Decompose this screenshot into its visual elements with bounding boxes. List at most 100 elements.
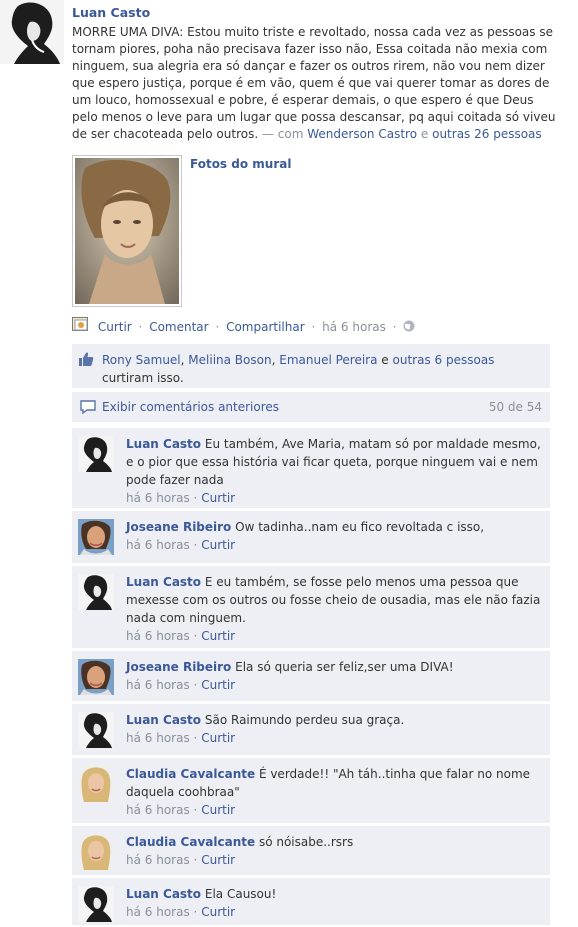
likers-others-link[interactable]: outras 6 pessoas xyxy=(393,353,495,367)
comment-text: Ela só queria ser feliz,ser uma DIVA! xyxy=(235,660,454,674)
comment-body: Joseane Ribeiro Ela só queria ser feliz,… xyxy=(126,658,544,694)
commenter-avatar[interactable] xyxy=(78,659,114,695)
post-timestamp[interactable]: há 6 horas xyxy=(322,320,386,334)
comment-item: Luan Casto Eu também, Ave Maria, matam s… xyxy=(72,428,550,508)
separator: · xyxy=(193,731,198,745)
commenter-name[interactable]: Claudia Cavalcante xyxy=(126,767,255,781)
separator: · xyxy=(193,853,198,867)
comment-timestamp[interactable]: há 6 horas xyxy=(126,731,190,745)
like-post-link[interactable]: Curtir xyxy=(98,320,132,334)
comment-bubble-icon xyxy=(80,400,96,417)
comment-item: Claudia Cavalcante É verdade!! "Ah táh..… xyxy=(72,758,550,823)
separator: · xyxy=(193,629,198,643)
like-comment-link[interactable]: Curtir xyxy=(201,731,235,745)
post-photo-block: Fotos do mural xyxy=(72,155,291,307)
comment-text: São Raimundo perdeu sua graça. xyxy=(204,713,405,727)
avatar-image xyxy=(0,0,64,64)
comment-meta: há 6 horas · Curtir xyxy=(126,627,544,645)
tagged-and: e xyxy=(420,127,429,141)
view-previous-comments-link[interactable]: Exibir comentários anteriores xyxy=(102,400,279,414)
tagged-others-link[interactable]: outras 26 pessoas xyxy=(432,127,542,141)
commenter-name[interactable]: Luan Casto xyxy=(126,437,201,451)
like-comment-link[interactable]: Curtir xyxy=(201,905,235,919)
globe-icon xyxy=(403,319,415,337)
commenter-name[interactable]: Luan Casto xyxy=(126,887,201,901)
commenter-name[interactable]: Luan Casto xyxy=(126,713,201,727)
likes-summary: Rony Samuel, Meliina Boson, Emanuel Pere… xyxy=(72,344,550,388)
post-author-name[interactable]: Luan Casto xyxy=(72,5,562,21)
separator: · xyxy=(215,320,220,334)
comment-timestamp[interactable]: há 6 horas xyxy=(126,538,190,552)
comment-timestamp[interactable]: há 6 horas xyxy=(126,629,190,643)
comment-timestamp[interactable]: há 6 horas xyxy=(126,905,190,919)
commenter-name[interactable]: Claudia Cavalcante xyxy=(126,835,255,849)
separator: · xyxy=(392,320,397,334)
commenter-avatar[interactable] xyxy=(78,766,114,802)
liker-link[interactable]: Meliina Boson xyxy=(188,353,271,367)
comment-item: Claudia Cavalcante só nóisabe..rsrs há 6 … xyxy=(72,826,550,875)
tagged-prefix: — com xyxy=(261,127,304,141)
separator: · xyxy=(193,905,198,919)
like-comment-link[interactable]: Curtir xyxy=(201,629,235,643)
commenter-avatar[interactable] xyxy=(78,574,114,610)
comment-meta: há 6 horas · Curtir xyxy=(126,489,544,507)
like-comment-link[interactable]: Curtir xyxy=(201,853,235,867)
comment-meta: há 6 horas · Curtir xyxy=(126,903,544,921)
commenter-name[interactable]: Luan Casto xyxy=(126,575,201,589)
comment-timestamp[interactable]: há 6 horas xyxy=(126,678,190,692)
comment-item: Luan Casto Ela Causou! há 6 horas · Curti… xyxy=(72,878,550,925)
separator: · xyxy=(311,320,316,334)
likes-and: e xyxy=(381,353,389,367)
comment-timestamp[interactable]: há 6 horas xyxy=(126,803,190,817)
photo-image xyxy=(75,158,179,304)
post-author-avatar[interactable] xyxy=(0,0,64,64)
like-comment-link[interactable]: Curtir xyxy=(201,803,235,817)
separator: · xyxy=(138,320,143,334)
post-message: MORRE UMA DIVA: Estou muito triste e rev… xyxy=(72,24,562,143)
comment-meta: há 6 horas · Curtir xyxy=(126,536,544,554)
liker-link[interactable]: Emanuel Pereira xyxy=(279,353,377,367)
comment-meta: há 6 horas · Curtir xyxy=(126,801,544,819)
wall-photos-link[interactable]: Fotos do mural xyxy=(190,157,291,171)
comment-text: Ow tadinha..nam eu fico revoltada c isso… xyxy=(235,520,485,534)
comment-item: Luan Casto São Raimundo perdeu sua graça… xyxy=(72,704,550,755)
separator: · xyxy=(193,803,198,817)
separator: · xyxy=(193,491,198,505)
comment-meta: há 6 horas · Curtir xyxy=(126,676,544,694)
like-comment-link[interactable]: Curtir xyxy=(201,678,235,692)
comment-item: Luan Casto E eu também, se fosse pelo me… xyxy=(72,566,550,648)
commenter-avatar[interactable] xyxy=(78,712,114,748)
comment-post-link[interactable]: Comentar xyxy=(149,320,208,334)
comment-item: Joseane Ribeiro Ow tadinha..nam eu fico … xyxy=(72,511,550,563)
share-post-link[interactable]: Compartilhar xyxy=(226,320,305,334)
comment-body: Claudia Cavalcante só nóisabe..rsrs há 6 … xyxy=(126,833,544,869)
liker-link[interactable]: Rony Samuel xyxy=(102,353,181,367)
comment-body: Joseane Ribeiro Ow tadinha..nam eu fico … xyxy=(126,518,544,554)
post-message-text: MORRE UMA DIVA: Estou muito triste e rev… xyxy=(72,25,556,141)
commenter-avatar[interactable] xyxy=(78,834,114,870)
commenter-avatar[interactable] xyxy=(78,519,114,555)
post-actions: Curtir · Comentar · Compartilhar · há 6 … xyxy=(72,317,415,335)
comment-body: Luan Casto Ela Causou! há 6 horas · Curti… xyxy=(126,885,544,921)
comment-timestamp[interactable]: há 6 horas xyxy=(126,491,190,505)
comment-body: Luan Casto São Raimundo perdeu sua graça… xyxy=(126,711,544,747)
post-header: Luan Casto MORRE UMA DIVA: Estou muito t… xyxy=(72,5,562,143)
likes-suffix: curtiram isso. xyxy=(102,371,184,385)
comment-body: Luan Casto E eu também, se fosse pelo me… xyxy=(126,573,544,645)
post-photo[interactable] xyxy=(72,155,182,307)
comment-meta: há 6 horas · Curtir xyxy=(126,729,544,747)
comments-count: 50 de 54 xyxy=(488,400,542,414)
commenter-name[interactable]: Joseane Ribeiro xyxy=(126,520,231,534)
comment-item: Joseane Ribeiro Ela só queria ser feliz,… xyxy=(72,651,550,701)
commenter-avatar[interactable] xyxy=(78,436,114,472)
previous-comments-bar: Exibir comentários anteriores 50 de 54 xyxy=(72,392,550,422)
separator: · xyxy=(193,678,198,692)
like-comment-link[interactable]: Curtir xyxy=(201,491,235,505)
commenter-name[interactable]: Joseane Ribeiro xyxy=(126,660,231,674)
comment-text: só nóisabe..rsrs xyxy=(258,835,354,849)
commenter-avatar[interactable] xyxy=(78,886,114,922)
tagged-person-link[interactable]: Wenderson Castro xyxy=(307,127,417,141)
comment-timestamp[interactable]: há 6 horas xyxy=(126,853,190,867)
like-comment-link[interactable]: Curtir xyxy=(201,538,235,552)
likes-text: Rony Samuel, Meliina Boson, Emanuel Pere… xyxy=(102,353,495,385)
